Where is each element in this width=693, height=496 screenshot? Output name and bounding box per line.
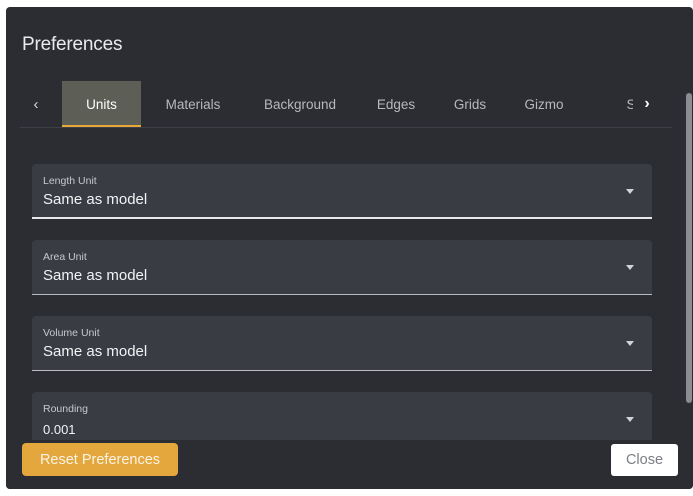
rounding-select[interactable]: Rounding 0.001	[32, 392, 652, 447]
tab-bar: ‹ Units Materials Background Edges Grids…	[20, 81, 672, 127]
tab-edges[interactable]: Edges	[370, 81, 422, 127]
length-unit-select[interactable]: Length Unit Same as model	[32, 164, 652, 219]
scrollbar[interactable]	[686, 85, 692, 443]
tab-gizmo[interactable]: Gizmo	[517, 81, 571, 127]
tabs-divider	[20, 127, 672, 128]
caret-down-icon	[626, 341, 634, 346]
rounding-label: Rounding	[43, 403, 88, 415]
chevron-right-icon[interactable]: ›	[633, 81, 661, 127]
caret-down-icon	[626, 417, 634, 422]
rounding-value: 0.001	[43, 422, 76, 437]
tab-units[interactable]: Units	[62, 81, 141, 127]
caret-down-icon	[626, 189, 634, 194]
dialog-title: Preferences	[22, 34, 123, 55]
volume-unit-label: Volume Unit	[43, 327, 100, 339]
caret-down-icon	[626, 265, 634, 270]
dialog-footer: Reset Preferences Close	[6, 440, 693, 489]
tab-strip: Units Materials Background Edges Grids G…	[50, 81, 633, 127]
chevron-left-icon[interactable]: ‹	[22, 81, 50, 127]
area-unit-value: Same as model	[43, 267, 148, 284]
scrollbar-thumb[interactable]	[686, 93, 692, 403]
preferences-dialog: Preferences ‹ Units Materials Background…	[6, 7, 693, 489]
area-unit-select[interactable]: Area Unit Same as model	[32, 240, 652, 295]
length-unit-label: Length Unit	[43, 175, 97, 187]
volume-unit-select[interactable]: Volume Unit Same as model	[32, 316, 652, 371]
area-unit-label: Area Unit	[43, 251, 87, 263]
reset-preferences-button[interactable]: Reset Preferences	[22, 443, 178, 476]
length-unit-value: Same as model	[43, 191, 148, 208]
tab-materials[interactable]: Materials	[154, 81, 232, 127]
tab-partial[interactable]: S	[621, 81, 633, 127]
volume-unit-value: Same as model	[43, 343, 148, 360]
tab-background[interactable]: Background	[253, 81, 347, 127]
close-button[interactable]: Close	[611, 444, 678, 476]
tab-grids[interactable]: Grids	[445, 81, 495, 127]
